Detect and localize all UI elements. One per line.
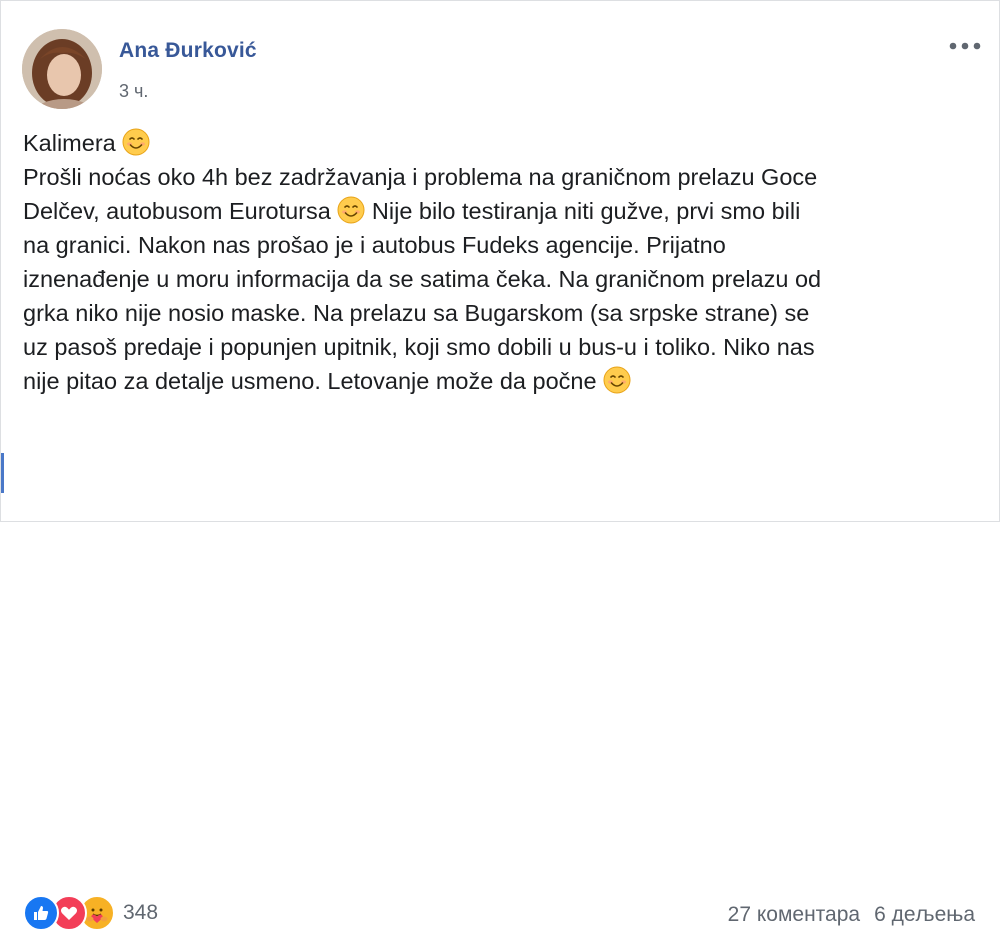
more-options-button[interactable] <box>945 31 985 61</box>
post-footer: 348 27 коментара 6 дељења <box>1 447 1000 931</box>
reactions-summary[interactable]: 348 <box>23 895 158 931</box>
shares-count-link[interactable]: 6 дељења <box>874 903 975 926</box>
smiling-face-icon <box>337 196 365 224</box>
avatar-photo <box>22 29 102 109</box>
like-icon <box>23 895 59 931</box>
reaction-count[interactable]: 348 <box>123 901 158 925</box>
post-header: Ana Đurković 3 ч. <box>1 1 1000 121</box>
more-options-icon <box>949 42 981 50</box>
post-timestamp[interactable]: 3 ч. <box>119 81 148 102</box>
comments-count-link[interactable]: 27 коментара <box>728 903 860 926</box>
post-line: Prošli noćas oko 4h bez zadržavanja i pr… <box>23 164 818 190</box>
smiling-face-icon <box>603 366 631 394</box>
avatar[interactable] <box>22 29 102 109</box>
post-line: iznenađenje u moru informacija da se sat… <box>23 266 822 292</box>
post-line: Delčev, autobusom Eurotursa Nije bilo te… <box>23 196 801 224</box>
post-line: nije pitao za detalje usmeno. Letovanje … <box>23 364 983 398</box>
smiling-face-icon <box>122 128 150 156</box>
post-text: Kalimera Prošli noćas oko 4h bez zadržav… <box>23 126 983 398</box>
post-line: na granici. Nakon nas prošao je i autobu… <box>23 232 726 258</box>
post-card: Ana Đurković 3 ч. Kalimera Prošli noćas … <box>0 0 1000 931</box>
post-stats: 27 коментара 6 дељења <box>728 903 975 927</box>
post-line: Kalimera <box>23 126 983 160</box>
post-line: uz pasoš predaje i popunjen upitnik, koj… <box>23 334 815 360</box>
author-name[interactable]: Ana Đurković <box>119 39 257 63</box>
post-line: grka niko nije nosio maske. Na prelazu s… <box>23 300 810 326</box>
